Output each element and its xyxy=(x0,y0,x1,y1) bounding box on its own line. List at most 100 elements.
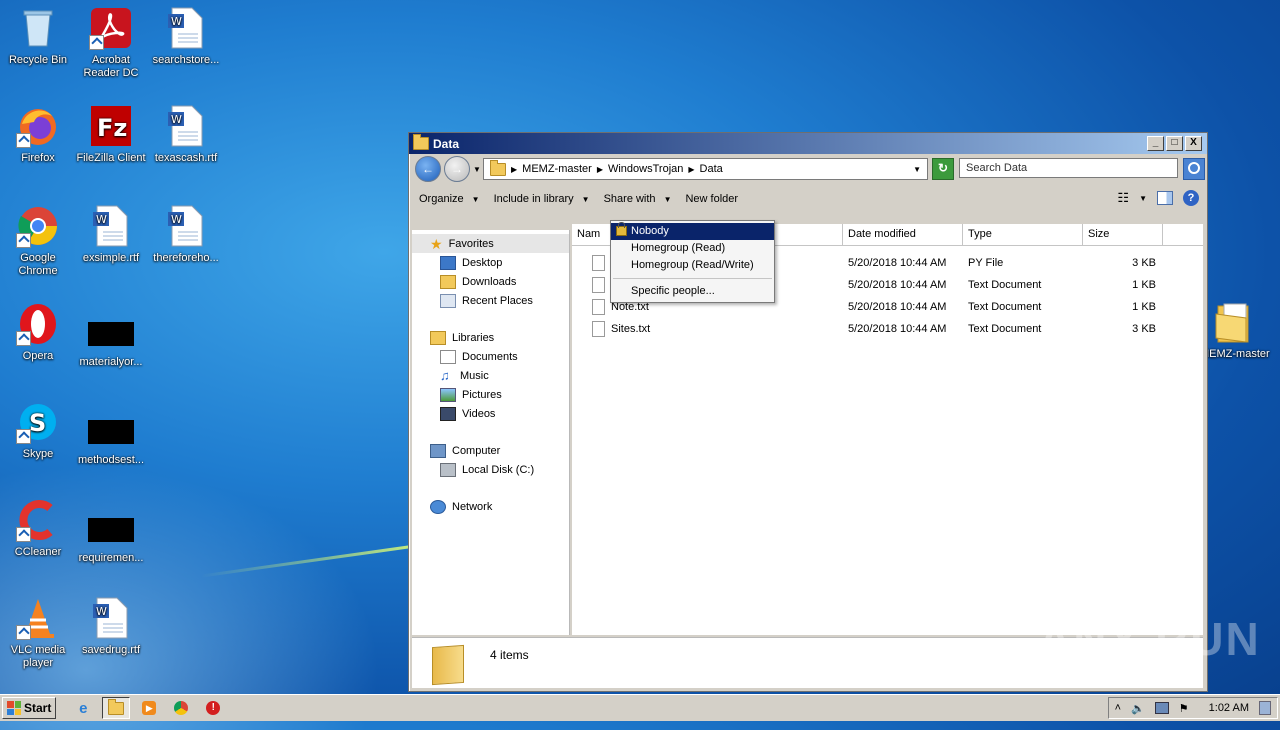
desktop-icon-thereforeho[interactable]: W thereforeho... xyxy=(148,204,224,265)
breadcrumb-arrow-icon[interactable]: ▶ xyxy=(688,165,694,174)
breadcrumb-item[interactable]: MEMZ-master xyxy=(522,163,592,175)
dropdown-arrow-icon: ▼ xyxy=(581,194,590,204)
nav-documents[interactable]: Documents xyxy=(412,347,569,366)
preview-pane-icon[interactable] xyxy=(1157,191,1173,205)
desktop-icon-filezilla[interactable]: Fz FileZilla Client xyxy=(73,104,149,165)
nav-music[interactable]: ♫ Music xyxy=(412,366,569,385)
share-with-menu: Nobody Homegroup (Read) Homegroup (Read/… xyxy=(610,220,775,303)
svg-text:W: W xyxy=(96,605,107,618)
command-toolbar: Organize ▼ Include in library ▼ Share with… xyxy=(409,184,1207,214)
breadcrumb-arrow-icon[interactable]: ▶ xyxy=(597,165,603,174)
chrome-icon xyxy=(16,204,60,248)
taskbar-media-player-icon[interactable]: ▶ xyxy=(136,698,162,718)
nav-downloads[interactable]: Downloads xyxy=(412,272,569,291)
breadcrumb-arrow-icon[interactable]: ▶ xyxy=(511,165,517,174)
desktop-icon-skype[interactable]: S Skype xyxy=(0,400,76,461)
dropdown-arrow-icon: ▼ xyxy=(471,194,480,204)
menu-item-homegroup-read-write[interactable]: Homegroup (Read/Write) xyxy=(611,257,774,274)
refresh-button[interactable]: ↻ xyxy=(932,158,954,180)
desktop-icon-methodsest[interactable]: methodsest... xyxy=(73,410,149,467)
skype-icon: S xyxy=(16,400,60,444)
shortcut-arrow-icon xyxy=(16,133,31,148)
folder-icon xyxy=(432,644,464,686)
recent-pages-chevron-icon[interactable]: ▼ xyxy=(473,165,481,174)
window-titlebar[interactable]: Data _ □ X xyxy=(409,133,1207,154)
start-button[interactable]: Start xyxy=(2,697,57,719)
taskbar-ie-icon[interactable]: e xyxy=(70,698,96,718)
search-icon[interactable] xyxy=(1183,158,1205,180)
taskbar-chrome-icon[interactable] xyxy=(168,698,194,718)
nav-favorites[interactable]: ★ Favorites xyxy=(412,234,569,253)
desktop-icon-label: texascash.rtf xyxy=(154,152,218,164)
forward-button[interactable]: → xyxy=(444,156,470,182)
desktop-icon-label: FileZilla Client xyxy=(76,152,146,164)
desktop-icon-opera[interactable]: Opera xyxy=(0,302,76,363)
desktop-icon-savedrug[interactable]: W savedrug.rtf xyxy=(73,596,149,657)
svg-text:W: W xyxy=(171,15,182,28)
file-name: Sites.txt xyxy=(611,322,651,335)
explorer-window[interactable]: Data _ □ X ← → ▼ ▶ MEMZ-master ▶ Windows… xyxy=(408,132,1208,692)
column-date-modified[interactable]: Date modified xyxy=(843,224,963,245)
file-type: PY File xyxy=(968,257,1004,269)
show-hidden-icons-chevron-icon[interactable]: ˄ xyxy=(1115,702,1121,714)
organize-button[interactable]: Organize ▼ xyxy=(419,193,480,205)
clock[interactable]: 1:02 AM xyxy=(1209,702,1249,714)
desktop-icon-vlc[interactable]: VLC media player xyxy=(0,596,76,670)
desktop-icon-searchstore[interactable]: W searchstore... xyxy=(148,6,224,67)
desktop-icon-chrome[interactable]: Google Chrome xyxy=(0,204,76,278)
action-center-flag-icon[interactable]: ⚑ xyxy=(1179,702,1189,715)
column-size[interactable]: Size xyxy=(1083,224,1163,245)
menu-separator xyxy=(613,278,772,279)
desktop-icon-memz-master[interactable]: MEMZ-master xyxy=(1200,300,1280,361)
show-desktop-icon[interactable] xyxy=(1259,701,1271,715)
desktop-icon-texascash[interactable]: W texascash.rtf xyxy=(148,104,224,165)
desktop-icon-exsimple[interactable]: W exsimple.rtf xyxy=(73,204,149,265)
view-options-icon[interactable]: ☷ xyxy=(1117,190,1129,206)
file-type: Text Document xyxy=(968,323,1042,335)
downloads-icon xyxy=(440,274,456,289)
address-dropdown-icon[interactable]: ▼ xyxy=(913,165,921,174)
menu-item-homegroup-read[interactable]: Homegroup (Read) xyxy=(611,240,774,257)
desktop-icon-recycle-bin[interactable]: Recycle Bin xyxy=(0,6,76,67)
menu-item-nobody[interactable]: Nobody xyxy=(611,222,774,240)
network-tray-icon[interactable] xyxy=(1154,702,1169,714)
desktop-icon-acrobat[interactable]: Acrobat Reader DC xyxy=(73,6,149,80)
address-bar[interactable]: ▶ MEMZ-master ▶ WindowsTrojan ▶ Data ▼ xyxy=(483,158,928,180)
breadcrumb-item[interactable]: WindowsTrojan xyxy=(608,163,683,175)
desktop-icon-firefox[interactable]: Firefox xyxy=(0,104,76,165)
taskbar-explorer-icon[interactable] xyxy=(102,697,131,719)
desktop-icon-label: thereforeho... xyxy=(153,252,219,264)
maximize-button[interactable]: □ xyxy=(1166,136,1183,151)
desktop-icon-label: Opera xyxy=(22,350,54,362)
close-button[interactable]: X xyxy=(1185,136,1202,151)
back-button[interactable]: ← xyxy=(415,156,441,182)
breadcrumb-item[interactable]: Data xyxy=(700,163,723,175)
desktop-icon-ccleaner[interactable]: CCleaner xyxy=(0,498,76,559)
shortcut-arrow-icon xyxy=(16,331,31,346)
nav-recent-places[interactable]: Recent Places xyxy=(412,291,569,310)
nav-network[interactable]: Network xyxy=(412,497,569,516)
search-input[interactable]: Search Data xyxy=(959,158,1178,178)
volume-icon[interactable]: 🔈 xyxy=(1131,702,1145,715)
nav-computer[interactable]: Computer xyxy=(412,441,569,460)
help-icon[interactable]: ? xyxy=(1183,190,1199,206)
minimize-button[interactable]: _ xyxy=(1147,136,1164,151)
address-row: ← → ▼ ▶ MEMZ-master ▶ WindowsTrojan ▶ Da… xyxy=(409,154,1207,184)
desktop-icon-requiremen[interactable]: requiremen... xyxy=(73,508,149,565)
shortcut-arrow-icon xyxy=(16,625,31,640)
nav-videos[interactable]: Videos xyxy=(412,404,569,423)
column-type[interactable]: Type xyxy=(963,224,1083,245)
new-folder-button[interactable]: New folder xyxy=(685,193,738,205)
desktop-icon-materialyor[interactable]: materialyor... xyxy=(73,312,149,369)
nav-pictures[interactable]: Pictures xyxy=(412,385,569,404)
menu-item-specific-people[interactable]: Specific people... xyxy=(611,283,774,300)
taskbar-stop-icon[interactable]: ! xyxy=(200,698,226,718)
nav-local-disk[interactable]: Local Disk (C:) xyxy=(412,460,569,479)
include-in-library-button[interactable]: Include in library ▼ xyxy=(494,193,590,205)
view-dropdown-icon[interactable]: ▼ xyxy=(1139,194,1147,203)
nav-libraries[interactable]: Libraries xyxy=(412,328,569,347)
share-with-button[interactable]: Share with ▼ xyxy=(604,193,672,205)
file-row[interactable]: Sites.txt 5/20/2018 10:44 AM Text Docume… xyxy=(572,318,1203,340)
desktop-icon-label: Google Chrome xyxy=(18,252,58,277)
nav-desktop[interactable]: Desktop xyxy=(412,253,569,272)
